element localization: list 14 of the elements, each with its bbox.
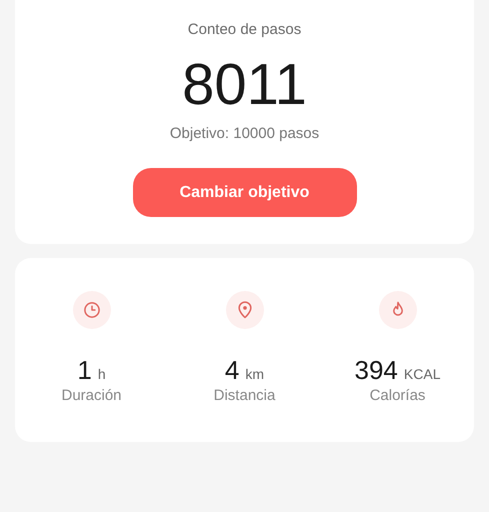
stat-value: 394	[354, 354, 398, 387]
stat-value: 4	[224, 354, 240, 387]
change-goal-button[interactable]: Cambiar objetivo	[132, 168, 356, 217]
stat-value: 1	[77, 354, 92, 387]
clock-icon	[82, 300, 102, 320]
goal-text: Objetivo: 10000 pasos	[170, 124, 320, 144]
stat-label: Calorías	[370, 386, 426, 406]
card-title: Conteo de pasos	[188, 20, 302, 40]
stat-unit: KCAL	[404, 365, 440, 384]
stat-unit: h	[98, 365, 106, 384]
stat-label: Duración	[61, 386, 122, 406]
step-count: 8011	[182, 52, 307, 118]
stat-label: Distancia	[214, 386, 276, 406]
stat-unit: km	[245, 365, 264, 384]
